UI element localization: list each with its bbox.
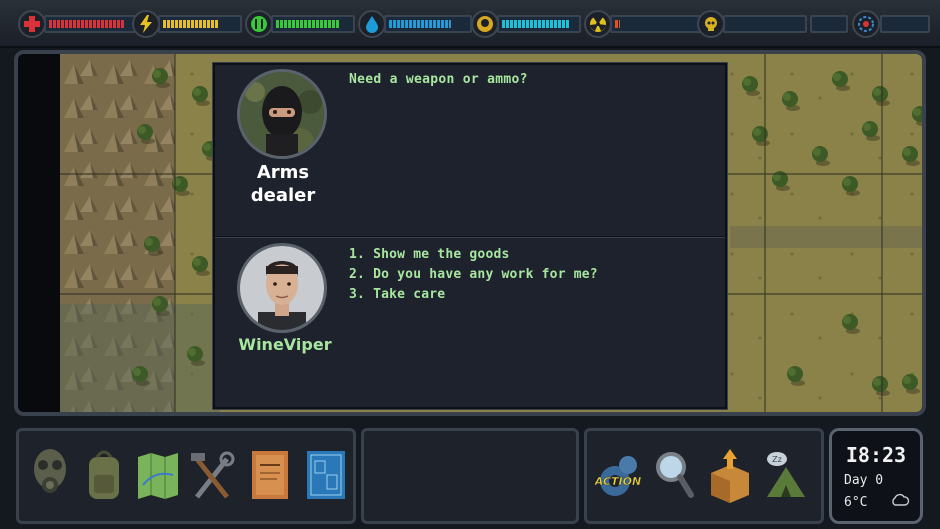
clock-temperature: 6°C: [844, 495, 868, 510]
inventory-toolbar: [16, 428, 356, 524]
dialog-window: Arms dealer Need a weapon or ammo? WineV…: [213, 63, 727, 409]
dialog-options: 1. Show me the goods 2. Do you have any …: [349, 245, 598, 305]
toxicity-bar: [723, 15, 807, 33]
action-label: ACTION: [595, 475, 641, 488]
energy-bar: [158, 15, 242, 33]
thirst-bar: [384, 15, 472, 33]
backpack-icon[interactable]: [81, 445, 127, 505]
status-bar: [0, 0, 940, 48]
head-icon: [471, 10, 499, 38]
dialog-option-1[interactable]: 1. Show me the goods: [349, 245, 598, 265]
action-gear-icon[interactable]: ACTION: [594, 445, 641, 505]
cloud-icon: [892, 493, 910, 506]
camp-tent-icon[interactable]: Zz: [763, 445, 809, 505]
dialog-option-2[interactable]: 2. Do you have any work for me?: [349, 265, 598, 285]
blueprint-icon[interactable]: [303, 445, 349, 505]
mental-bar: [497, 15, 581, 33]
journal-icon[interactable]: [247, 445, 293, 505]
svg-text:Zz: Zz: [772, 455, 782, 464]
thermometer-icon: [852, 10, 880, 38]
tools-icon[interactable]: [189, 445, 235, 505]
clock-time: I8:23: [845, 443, 907, 467]
player-name: WineViper: [238, 335, 332, 354]
crafting-box-icon[interactable]: [707, 445, 753, 505]
food-icon: [245, 10, 273, 38]
map-edge-strip: [18, 54, 60, 412]
hunger-bar: [271, 15, 355, 33]
npc-name-line1: Arms: [256, 162, 310, 183]
map-icon[interactable]: [135, 445, 181, 505]
water-drop-icon: [358, 10, 386, 38]
npc-name-line2: dealer: [250, 185, 316, 206]
npc-name: Arms dealer: [233, 161, 333, 207]
npc-portrait: [237, 69, 327, 159]
health-bar: [44, 15, 140, 33]
skull-icon: [697, 10, 725, 38]
radiation-icon: [584, 10, 612, 38]
player-portrait: [237, 243, 327, 333]
temperature-bar: [880, 15, 930, 33]
dialog-option-3[interactable]: 3. Take care: [349, 285, 598, 305]
action-toolbar: ACTION Zz: [584, 428, 824, 524]
lightning-icon: [132, 10, 160, 38]
gas-mask-icon[interactable]: [27, 445, 73, 505]
clock-panel: I8:23 Day 0 6°C: [829, 428, 923, 524]
clock-day: Day 0: [844, 473, 884, 488]
empty-panel: [361, 428, 579, 524]
npc-speech: Need a weapon or ammo?: [349, 72, 528, 87]
temperature-bar-left: [810, 15, 848, 33]
dialog-divider: [215, 236, 725, 238]
health-cross-icon: [18, 10, 46, 38]
magnifier-icon[interactable]: [651, 445, 697, 505]
